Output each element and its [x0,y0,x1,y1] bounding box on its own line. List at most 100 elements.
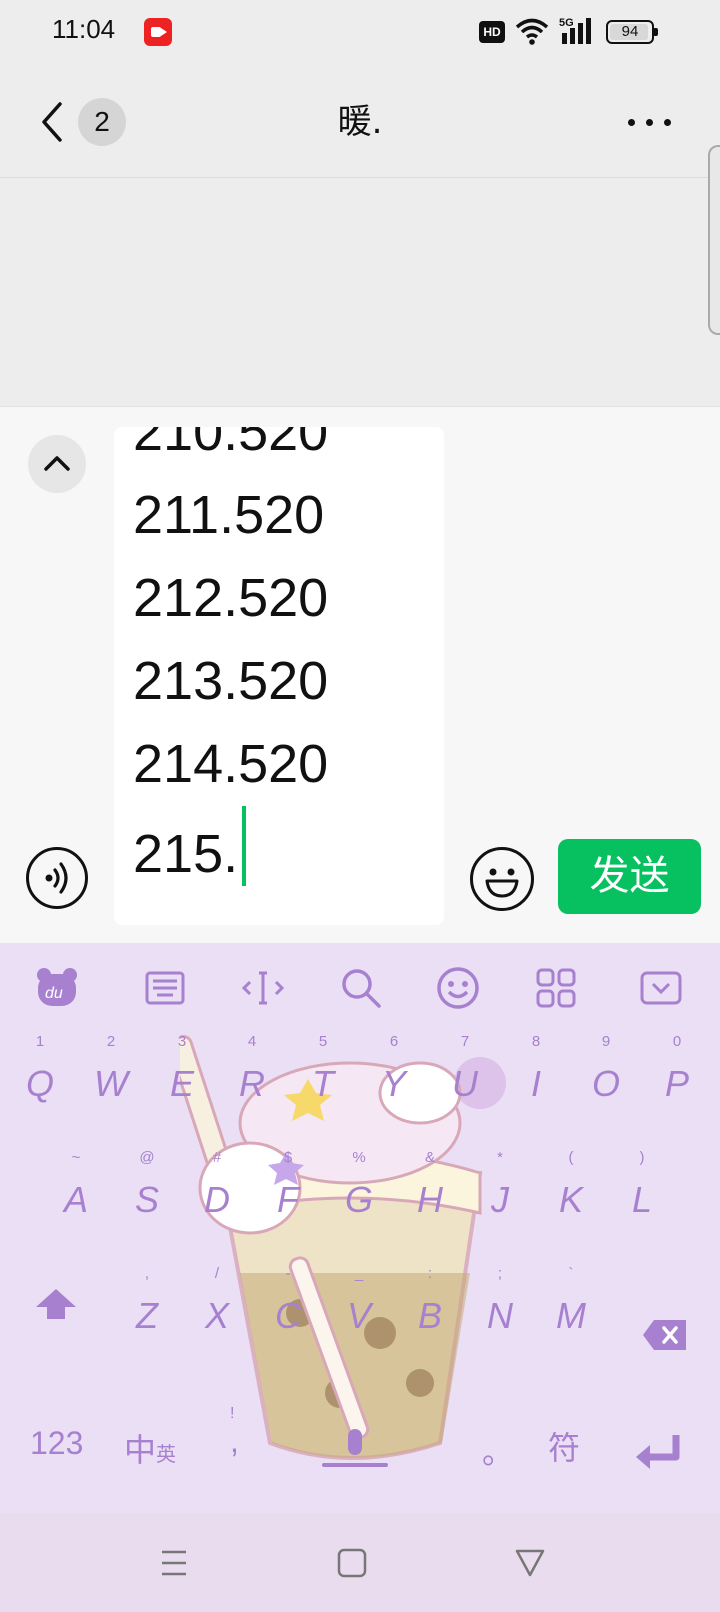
send-button[interactable]: 发送 [558,839,701,914]
cursor-move-icon[interactable] [240,965,286,1011]
key-m[interactable]: ` M [541,1265,601,1361]
key-label: N [487,1295,513,1336]
wifi-icon [515,18,549,45]
key-label: F [277,1179,299,1220]
key-v[interactable]: _ V [329,1265,389,1361]
home-icon[interactable] [332,1543,372,1583]
key-s[interactable]: @ S [117,1149,177,1245]
key-hint: 1 [35,1033,45,1050]
key-hint: @ [139,1149,155,1166]
key-l[interactable]: ) L [612,1149,672,1245]
key-h[interactable]: & H [400,1149,460,1245]
emoji-icon[interactable] [470,847,534,911]
key-hint: * [497,1149,503,1166]
key-label: A [63,1179,88,1220]
hd-badge: HD [479,21,505,43]
emoji-icon[interactable] [435,965,481,1011]
key-u[interactable]: 7U [435,1033,495,1129]
message-input-text: 210.520 211.520 212.520 213.520 214.520 … [133,427,328,889]
collapse-keyboard-icon[interactable] [638,965,684,1011]
key-w[interactable]: 2W [81,1033,141,1129]
key-label: T [312,1063,334,1104]
keyboard: du 1Q 2W 3E 4R 5 T 6 Y 7 U 8 I 9 O 0 P ~… [0,943,720,1513]
key-label: J [491,1179,509,1220]
input-line-text: 215. [133,824,239,884]
chevron-up-icon[interactable] [28,435,86,493]
text-cursor [242,806,247,886]
symbols-key[interactable]: 符 [548,1423,580,1469]
key-b[interactable]: :B [400,1265,460,1361]
input-line: 211.520 [133,485,325,545]
key-label: L [631,1179,653,1220]
keyboard-toolbar: du [0,943,720,1033]
key-q[interactable]: 1Q [10,1033,70,1129]
message-list[interactable] [0,179,720,406]
key-p[interactable]: 0P [647,1033,707,1129]
key-hint: , [144,1265,150,1282]
key-label: U [452,1063,478,1104]
key-y[interactable]: 6Y [364,1033,424,1129]
numbers-key[interactable]: 123 [30,1425,83,1462]
key-label: X [204,1295,229,1336]
key-f[interactable]: $ F [258,1149,318,1245]
key-hint: / [214,1265,220,1282]
keyboard-layout-icon[interactable] [142,965,188,1011]
key-hint: 7 [460,1033,470,1050]
key-hint: ( [568,1149,574,1166]
key-label: H [417,1179,443,1220]
menu-icon[interactable] [154,1543,194,1583]
shift-icon[interactable] [34,1287,78,1321]
key-hint: 0 [672,1033,682,1050]
key-c[interactable]: -C [258,1265,318,1361]
unread-count-badge[interactable]: 2 [78,98,126,146]
key-label: Y [381,1063,406,1104]
signal-icon: 5G [559,17,591,44]
comma-key[interactable]: !, [230,1405,260,1475]
key-i[interactable]: 8I [506,1033,566,1129]
key-z[interactable]: ,Z [117,1265,177,1361]
key-k[interactable]: (K [541,1149,601,1245]
enter-icon[interactable] [634,1433,684,1473]
key-n[interactable]: ; N [470,1265,530,1361]
lang-main-label: 中 [124,1432,157,1468]
lang-switch-key[interactable]: 中英 [124,1425,176,1471]
input-line: 213.520 [133,651,329,711]
key-hint: : [427,1265,433,1282]
key-label: V [346,1295,371,1336]
status-bar: 11:04 HD 5G 94 [0,0,720,66]
search-icon[interactable] [338,965,384,1011]
key-label: M [556,1295,586,1336]
key-hint: 6 [389,1033,399,1050]
screen-record-icon [144,18,172,46]
key-hint: # [212,1149,222,1166]
key-a[interactable]: ~ A [46,1149,106,1245]
key-o[interactable]: 9O [576,1033,636,1129]
voice-input-icon[interactable] [26,847,88,909]
key-t[interactable]: 5T [293,1033,353,1129]
key-label: Q [25,1063,54,1104]
back-triangle-icon[interactable] [510,1543,550,1583]
key-r[interactable]: 4R [222,1033,282,1129]
chat-header: 暖. 2 [0,66,720,178]
period-key[interactable]: 。 [482,1427,514,1473]
microphone-icon[interactable] [322,1427,388,1479]
svg-text:du: du [45,985,63,1002]
key-hint: - [285,1265,291,1282]
key-hint: ; [497,1265,503,1282]
key-d[interactable]: # D [187,1149,247,1245]
du-logo-icon[interactable]: du [34,965,80,1011]
backspace-icon[interactable] [642,1319,688,1351]
more-dots-icon[interactable] [624,106,676,138]
side-drawer-handle[interactable] [708,145,720,335]
key-g[interactable]: % G [329,1149,389,1245]
message-input[interactable]: 210.520 211.520 212.520 213.520 214.520 … [114,427,444,925]
key-label: W [94,1063,128,1104]
key-hint: _ [354,1265,364,1282]
apps-grid-icon[interactable] [533,965,579,1011]
key-j[interactable]: * J [470,1149,530,1245]
comma-label: , [230,1423,239,1459]
key-x[interactable]: / X [187,1265,247,1361]
key-e[interactable]: 3E [152,1033,212,1129]
chevron-left-icon[interactable] [38,100,66,144]
key-hint: 8 [531,1033,541,1050]
